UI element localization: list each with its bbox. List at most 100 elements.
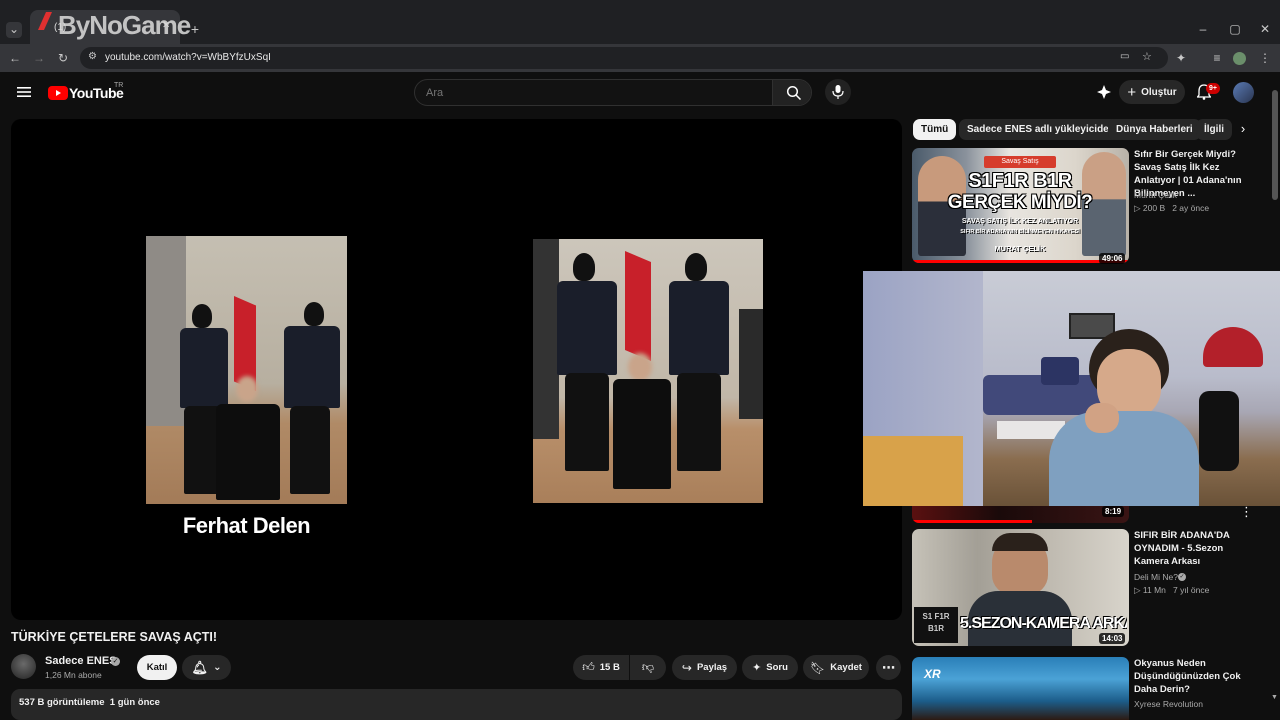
thumb-top-label: Savaş Satış [984, 156, 1056, 168]
verified-icon: ✓ [1178, 573, 1186, 581]
plus-icon: + [1127, 83, 1137, 101]
subscriber-count: 1,26 Mn abone [45, 670, 102, 680]
recommendation-meta: ▷ 200 B 2 ay önce [1134, 203, 1210, 213]
search-input[interactable] [415, 80, 771, 105]
join-button[interactable]: Katıl [137, 655, 177, 680]
recommendation-title[interactable]: SIFIR BİR ADANA'DA OYNADIM - 5.Sezon Kam… [1134, 529, 1258, 568]
media-icon[interactable]: ≡ [1210, 51, 1224, 65]
thumb-name: MURAT ÇELİK [994, 244, 1046, 253]
duration-badge: 49:06 [1099, 253, 1126, 264]
subscribe-notification-button[interactable]: 🔔︎ ⌄ [182, 655, 231, 680]
like-count: 15 B [599, 662, 620, 673]
notification-badge: 9+ [1206, 83, 1220, 94]
recommendation-thumbnail[interactable] [912, 505, 1129, 523]
thumb-logo: XR [924, 667, 941, 681]
chip-from-uploader[interactable]: Sadece ENES adlı yükleyiciden [959, 119, 1123, 140]
chip-all[interactable]: Tümü [913, 119, 957, 140]
page-scrollbar[interactable] [1272, 90, 1278, 200]
watermark-logo-icon [34, 10, 56, 32]
thumb-headline-2: GERÇEK MİYDİ? [947, 192, 1093, 213]
thumb-logo: S1 F1R B1R [914, 607, 958, 643]
watch-progress-bar [912, 260, 1129, 263]
watch-progress-bar [912, 520, 1032, 523]
share-label: Paylaş [696, 662, 728, 673]
search-box [414, 79, 812, 106]
sparkle-icon: ✦ [752, 662, 762, 674]
profile-icon[interactable] [1233, 52, 1246, 65]
extensions-icon[interactable]: ✦ [1174, 51, 1188, 65]
guide-menu-icon[interactable] [16, 84, 32, 100]
search-icon [786, 85, 802, 101]
webcam-overlay [863, 271, 1280, 506]
avatar[interactable] [1233, 82, 1254, 103]
chips-next-icon[interactable]: › [1234, 121, 1252, 139]
verified-icon: ✓ [111, 657, 120, 666]
share-icon: ↪ [681, 660, 692, 675]
back-icon[interactable]: ← [8, 51, 22, 65]
bell-icon: 🔔︎ [191, 659, 209, 675]
scroll-down-icon[interactable]: ▼ [1271, 694, 1278, 701]
reload-icon[interactable]: ↻ [56, 51, 70, 65]
more-options-icon[interactable]: ⋮ [1240, 504, 1253, 520]
youtube-play-logo-icon [48, 86, 68, 100]
video-frame-photo-right [533, 239, 763, 503]
video-title: TÜRKİYE ÇETELERE SAVAŞ AÇTI! [11, 630, 218, 644]
watermark: ByNoGame [58, 10, 191, 40]
url-text: youtube.com/watch?v=WbBYfzUxSqI [105, 52, 271, 63]
chevron-down-icon: ⌄ [213, 662, 222, 673]
video-frame-photo-left [146, 236, 347, 504]
create-button[interactable]: + Oluştur [1119, 80, 1185, 104]
minimize-icon[interactable]: – [1196, 22, 1210, 36]
like-button[interactable]: 👍︎ 15 B [573, 655, 629, 680]
recommendation-channel[interactable]: Murat Çelik [1134, 190, 1177, 200]
channel-avatar[interactable] [11, 654, 36, 679]
address-bar[interactable]: ⚙ youtube.com/watch?v=WbBYfzUxSqI ▭ ☆ [80, 47, 1168, 69]
create-label: Oluştur [1141, 86, 1177, 98]
channel-name[interactable]: Sadece ENES [45, 655, 117, 667]
recommendation-thumbnail[interactable]: XR [912, 657, 1129, 720]
save-label: Kaydet [830, 662, 862, 673]
bookmark-star-icon[interactable]: ☆ [1142, 50, 1152, 63]
country-code: TR [114, 82, 124, 89]
recommendation-thumbnail[interactable]: S1 F1R B1R 5.SEZON-KAMERA ARKASI [912, 529, 1129, 646]
thumb-headline-1: S1F1R B1R [968, 170, 1072, 192]
recommendation-thumbnail[interactable]: Savaş Satış S1F1R B1R GERÇEK MİYDİ? SAVA… [912, 148, 1129, 263]
search-button[interactable] [772, 80, 811, 105]
microphone-icon [832, 85, 844, 99]
more-actions-button[interactable]: ⋯ [876, 655, 901, 680]
close-window-icon[interactable]: ✕ [1258, 22, 1272, 36]
install-app-icon[interactable]: ▭ [1120, 51, 1129, 62]
recommendation-channel[interactable]: Deli Mi Ne? [1134, 572, 1178, 582]
description-box[interactable]: 537 B görüntüleme 1 gün önce [11, 689, 902, 720]
browser-menu-icon[interactable]: ⋮ [1258, 51, 1272, 65]
duration-badge: 14:03 [1099, 633, 1126, 644]
recommendation-meta: ▷ 11 Mn 7 yıl önce [1134, 585, 1210, 595]
overlay-caption: Ferhat Delen [182, 513, 311, 538]
recommendation-title[interactable]: Okyanus Neden Düşündüğünüzden Çok Daha D… [1134, 657, 1258, 696]
chip-related[interactable]: İlgili [1196, 119, 1232, 140]
site-info-icon[interactable]: ⚙ [88, 51, 97, 62]
chip-world-news[interactable]: Dünya Haberleri [1108, 119, 1201, 140]
recommendation-channel[interactable]: Xyrese Revolution [1134, 699, 1203, 709]
share-button[interactable]: ↪ Paylaş [672, 655, 737, 680]
ask-button[interactable]: ✦ Soru [742, 655, 798, 680]
thumb-headline: 5.SEZON-KAMERA ARKASI [960, 615, 1127, 632]
save-button[interactable]: 🔖︎ Kaydet [803, 655, 869, 680]
premium-sparkle-icon[interactable] [1097, 85, 1111, 99]
ask-label: Soru [766, 662, 788, 673]
thumbs-up-icon: 👍︎ [582, 660, 595, 674]
tab-search-icon[interactable]: ⌄ [6, 22, 22, 38]
thumbs-down-icon: 👎︎ [641, 660, 655, 674]
voice-search-button[interactable] [825, 79, 851, 105]
bookmark-icon: 🔖︎ [810, 660, 826, 675]
browser-tab-strip: ⌄ (1) ✕ + ByNoGame – ▢ ✕ [0, 0, 1280, 44]
youtube-logo[interactable]: YouTube TR [48, 82, 128, 102]
dislike-button[interactable]: 👎︎ [630, 655, 666, 680]
description-stats: 537 B görüntüleme 1 gün önce [19, 697, 160, 708]
duration-badge: 8:19 [1102, 506, 1125, 517]
thumb-subline-1: SAVAŞ SATIŞ İLK KEZ ANLATIYOR [961, 218, 1079, 225]
maximize-icon[interactable]: ▢ [1228, 22, 1242, 36]
thumb-subline-2: SIFIR BİR ADANA'NIN BİLİNMEYEN HİKAYESİ [960, 229, 1080, 235]
forward-icon[interactable]: → [32, 51, 46, 65]
video-player[interactable]: Ferhat Delen [11, 119, 902, 620]
